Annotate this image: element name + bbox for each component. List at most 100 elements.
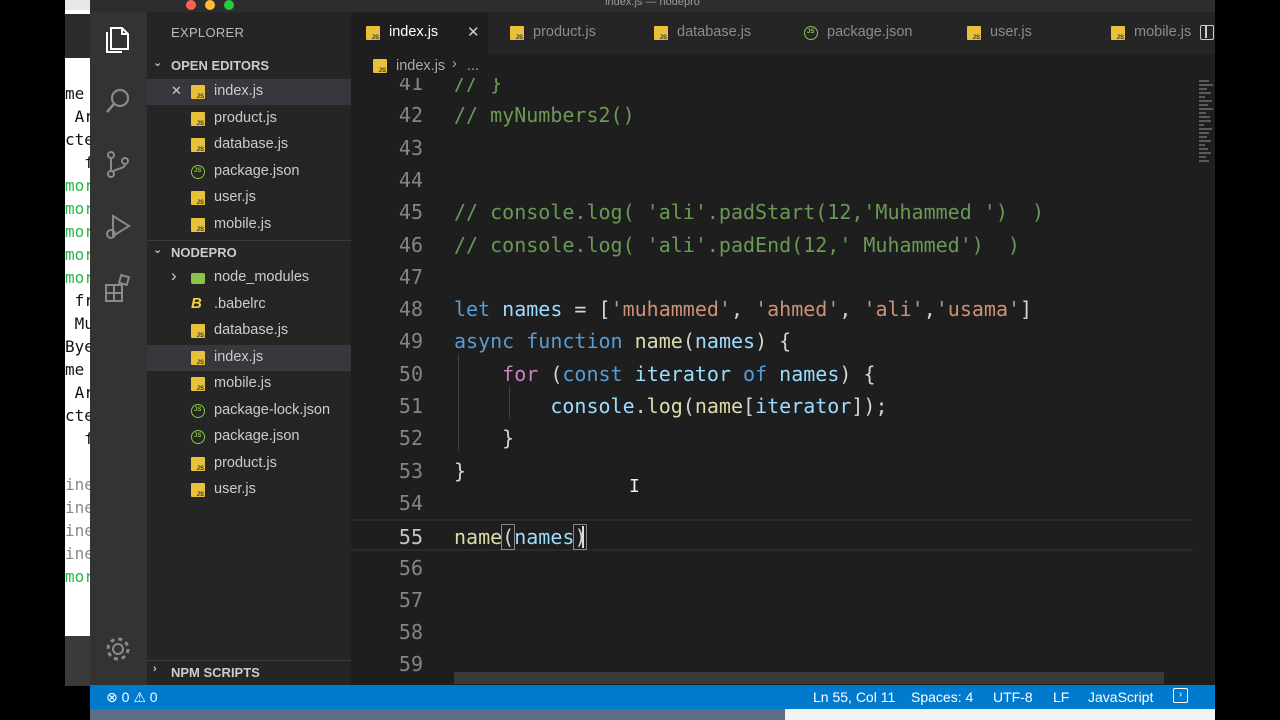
breadcrumb-file[interactable]: index.js (396, 58, 445, 74)
file-item[interactable]: package.json (147, 424, 351, 450)
line-number: 50 (398, 361, 423, 386)
problems-indicator[interactable]: ⊗ 0 ⚠ 0 (106, 689, 158, 706)
terminal-line: mor (65, 199, 90, 218)
code-editor[interactable]: 41 // } 42 // myNumbers2() 43 44 45 // console.… (351, 78, 1215, 685)
file-item[interactable]: index.js (147, 344, 351, 371)
js-file-icon (967, 26, 981, 41)
open-editor-item[interactable]: product.js (147, 106, 351, 132)
file-item[interactable]: user.js (147, 477, 351, 503)
search-icon[interactable] (101, 84, 135, 118)
close-icon[interactable]: ✕ (467, 23, 480, 41)
tab-mobile-js[interactable]: mobile.js (1096, 12, 1215, 54)
file-name: package.json (214, 428, 300, 444)
js-file-icon (191, 138, 205, 153)
npm-scripts-header[interactable]: › NPM SCRIPTS (147, 660, 351, 684)
chevron-right-icon: › (171, 266, 177, 285)
files-icon[interactable] (101, 22, 135, 56)
code-line: 55 name(names) (351, 519, 1193, 552)
file-name: database.js (214, 136, 289, 152)
js-file-icon (191, 350, 205, 366)
tab-package-json[interactable]: package.json (784, 12, 952, 54)
json-file-icon (191, 430, 205, 444)
gear-icon[interactable] (101, 632, 135, 666)
feedback-icon[interactable]: › (1173, 688, 1188, 703)
editor-tab-bar: index.js ✕ product.js database.js package.js… (351, 12, 1215, 54)
terminal-line: Bye (65, 337, 90, 356)
code-line: 57 (351, 584, 1193, 616)
tab-user-js[interactable]: user.js (952, 12, 1096, 54)
traffic-lights[interactable] (186, 0, 243, 12)
open-editor-item[interactable]: user.js (147, 185, 351, 211)
code-line: 43 (351, 132, 1193, 164)
file-item[interactable]: package-lock.json (147, 398, 351, 424)
debug-icon[interactable] (101, 209, 135, 243)
file-name: index.js (214, 348, 264, 365)
cursor-position[interactable]: Ln 55, Col 11 (813, 689, 895, 705)
file-item[interactable]: database.js (147, 318, 351, 344)
eol-setting[interactable]: LF (1053, 689, 1069, 705)
json-file-icon (804, 26, 818, 40)
terminal-line: me (65, 84, 85, 103)
text-cursor (582, 526, 584, 549)
encoding-setting[interactable]: UTF-8 (993, 689, 1033, 705)
line-code: for (const iterator of names) { (454, 358, 875, 390)
tab-index-js[interactable]: index.js ✕ (351, 12, 488, 54)
close-window-button[interactable] (186, 0, 196, 10)
json-file-icon (191, 403, 205, 418)
file-item[interactable]: mobile.js (147, 371, 351, 397)
language-mode[interactable]: JavaScript (1088, 689, 1153, 705)
terminal-line: ine (65, 475, 90, 494)
tab-database-js[interactable]: database.js (639, 12, 784, 54)
tab-label: package.json (827, 24, 913, 40)
open-editor-item[interactable]: database.js (147, 132, 351, 158)
chevron-right-icon: › (153, 663, 157, 675)
breadcrumb-symbol[interactable]: ... (467, 58, 479, 74)
open-editors-header[interactable]: ⌄ OPEN EDITORS (147, 54, 351, 78)
code-token: = [ (562, 297, 611, 322)
terminal-line: ine (65, 521, 90, 540)
open-editor-item[interactable]: ✕ index.js (147, 79, 351, 105)
terminal-line: Ar (74, 107, 90, 126)
file-item[interactable]: B .babelrc (147, 292, 351, 318)
indentation-setting[interactable]: Spaces: 4 (911, 689, 973, 705)
minimize-window-button[interactable] (205, 0, 215, 10)
extensions-icon[interactable] (101, 271, 135, 305)
open-editor-item[interactable]: mobile.js (147, 212, 351, 238)
file-name: node_modules (214, 269, 310, 285)
code-token: // console.log( 'ali'.padEnd(12,' Muhamm… (454, 232, 1020, 257)
terminal-line: mor (65, 245, 90, 264)
code-token: name (694, 394, 744, 418)
terminal-line: f (84, 429, 90, 448)
file-name: user.js (214, 189, 256, 205)
code-token: // console.log( 'ali'.padStart(12,'Muham… (454, 200, 1045, 225)
background-terminal: me Ar cte f mor mor mor mor mor fr Mu Bye me Ar c… (65, 0, 90, 636)
terminal-line: mor (65, 268, 90, 287)
horizontal-scrollbar[interactable] (454, 672, 1164, 684)
js-file-icon (510, 26, 524, 41)
line-number: 57 (398, 587, 423, 612)
code-token: iterator (634, 361, 731, 386)
project-header[interactable]: ⌄ NODEPRO (147, 240, 351, 264)
code-line: 48 let names = ['muhammed', 'ahmed', 'ali… (351, 293, 1193, 325)
folder-item[interactable]: › node_modules (147, 265, 351, 291)
close-icon[interactable]: ✕ (171, 83, 182, 99)
split-editor-icon[interactable] (1200, 25, 1214, 40)
source-control-icon[interactable] (101, 147, 135, 181)
file-item[interactable]: product.js (147, 451, 351, 477)
indent-guide (509, 386, 510, 418)
zoom-window-button[interactable] (224, 0, 234, 10)
code-line: 54 (351, 487, 1193, 519)
line-code: console.log(name[iterator]); (454, 390, 887, 422)
code-token: for (502, 361, 539, 386)
mouse-ibeam-cursor: I (629, 476, 640, 497)
tab-product-js[interactable]: product.js (495, 12, 639, 54)
open-editor-item[interactable]: package.json (147, 159, 351, 185)
minimap[interactable] (1196, 78, 1215, 188)
line-code: // console.log( 'ali'.padEnd(12,' Muhamm… (454, 229, 1020, 261)
code-line: 41 // } (351, 78, 1193, 99)
js-file-icon (1111, 26, 1125, 41)
